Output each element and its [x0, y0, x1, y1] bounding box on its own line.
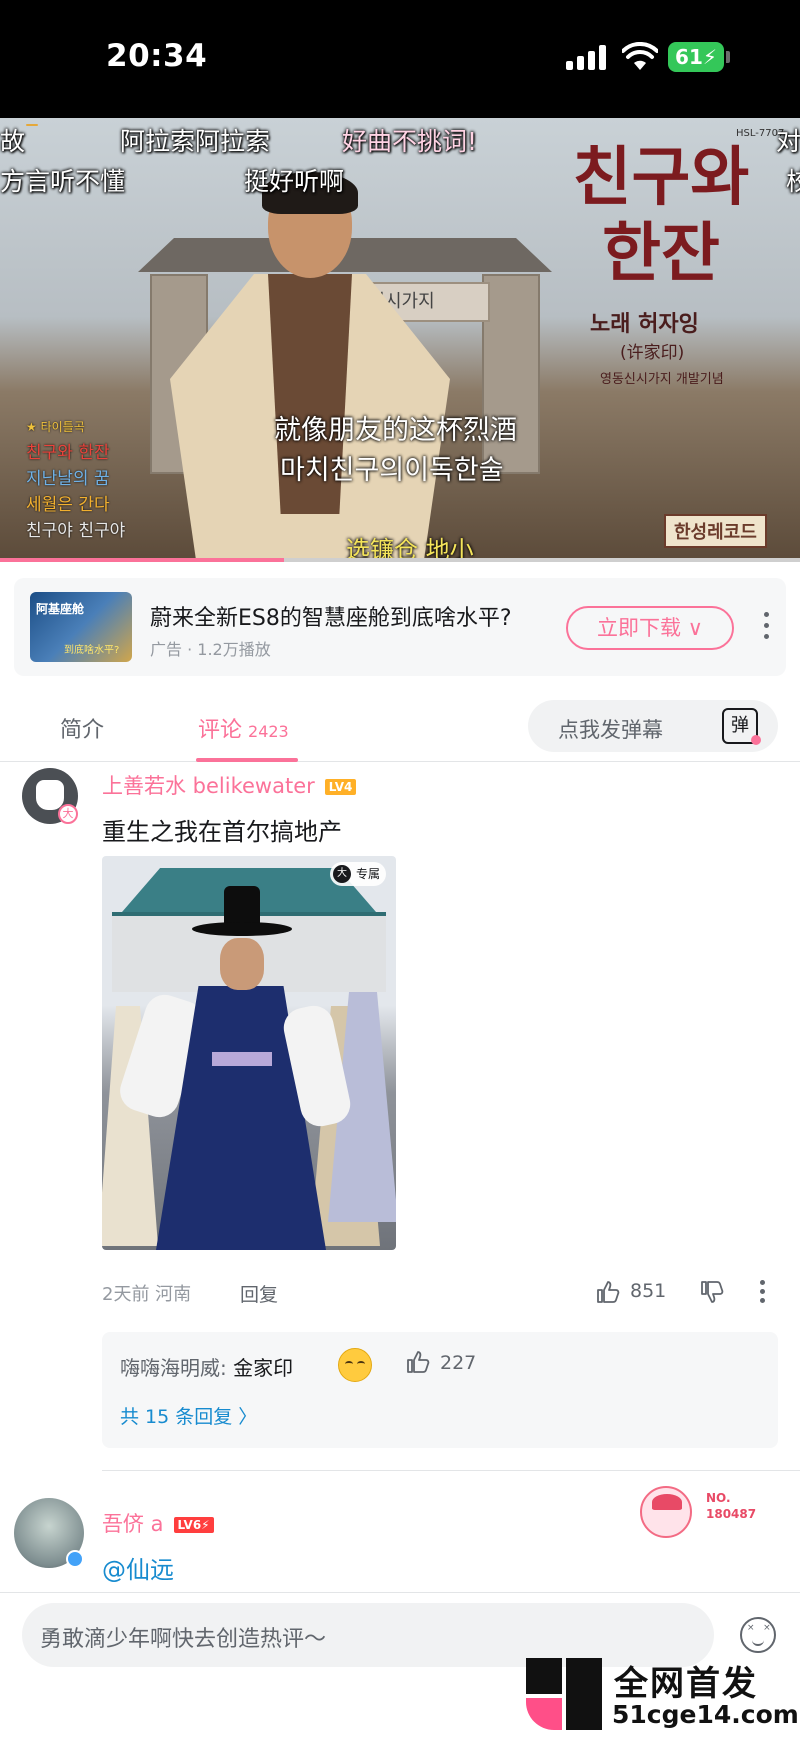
cellular-signal-icon	[566, 44, 610, 70]
reply-username[interactable]: 嗨嗨海明威:	[120, 1356, 227, 1380]
comment-time-location: 2天前 河南	[102, 1284, 192, 1305]
track-item: 세월은 간다	[26, 495, 110, 515]
comment-username[interactable]: 吾侪 a LV6⚡	[102, 1508, 214, 1538]
danmaku-item: 校	[786, 167, 800, 196]
video-player[interactable]: 영동신시가지 HSL-7707 친구와 한잔 노래 허자잉 (许家印) 영동신시…	[0, 118, 800, 560]
like-icon[interactable]	[596, 1280, 620, 1304]
danmaku-item: 故	[0, 127, 26, 156]
verified-badge-icon	[66, 1550, 84, 1568]
tracklist-heading: ★ 타이틀곡	[26, 420, 85, 434]
level-badge: LV4	[324, 779, 357, 795]
watermark-logo	[526, 1658, 602, 1730]
reply-line: 嗨嗨海明威: 金家印	[120, 1352, 293, 1381]
danmaku-item: 方言听不懂	[0, 167, 126, 196]
ad-thumbnail-text: 阿基座舱	[36, 602, 85, 616]
danmaku-item: 好曲不挑词!	[342, 127, 478, 156]
poster-singer: 노래 허자잉	[590, 312, 699, 337]
fan-number: NO. 180487	[706, 1491, 757, 1521]
username-text: 吾侪 a	[102, 1512, 164, 1536]
reply-text: 金家印	[226, 1356, 294, 1380]
video-top-badge	[26, 124, 38, 126]
avatar-badge: 大	[58, 804, 78, 824]
username-text: 上善若水 belikewater	[102, 774, 315, 798]
tab-active-indicator	[196, 758, 298, 762]
watermark: 全网首发 51cge14.com	[526, 1656, 799, 1732]
danmaku-input[interactable]: 点我发弹幕 弹	[528, 700, 778, 752]
emoji-icon[interactable]	[740, 1617, 776, 1653]
subtitle-korean: 마치친구의이독한술	[280, 455, 504, 486]
tab-comments[interactable]: 评论 2423	[198, 712, 289, 744]
wifi-icon	[622, 42, 658, 70]
exclusive-tag-text: 专属	[356, 867, 381, 881]
comment-count: 2423	[248, 722, 289, 741]
crying-emoji-icon	[338, 1348, 372, 1382]
tab-bar: 简介 评论 2423 点我发弹幕 弹	[0, 690, 800, 762]
comment-more-icon[interactable]	[756, 1278, 768, 1306]
view-all-replies-link[interactable]: 共 15 条回复 〉	[120, 1402, 257, 1429]
ad-title: 蔚来全新ES8的智慧座舱到底啥水平?	[150, 606, 512, 631]
level-badge: LV6⚡	[173, 1517, 214, 1533]
battery-indicator: 61⚡	[668, 42, 724, 72]
track-item: 친구와 한잔	[26, 443, 110, 463]
exclusive-tag: 大专属	[330, 862, 387, 886]
comment-mention[interactable]: @仙远	[102, 1550, 174, 1585]
status-bar: 20:34 61⚡	[0, 0, 800, 118]
record-label: 한성레코드	[664, 514, 767, 548]
watermark-text: 全网首发	[614, 1664, 758, 1704]
reply-preview[interactable]: 嗨嗨海明威: 金家印 227 共 15 条回复 〉	[102, 1332, 778, 1448]
status-time: 20:34	[106, 38, 208, 74]
danmaku-placeholder: 点我发弹幕	[558, 718, 663, 742]
dislike-icon[interactable]	[700, 1280, 724, 1304]
reply-like-icon[interactable]	[406, 1350, 430, 1374]
danmaku-item: 对	[776, 127, 800, 156]
ad-meta: 广告 · 1.2万播放	[150, 640, 271, 659]
comment-username[interactable]: 上善若水 belikewater LV4	[102, 770, 357, 800]
danmaku-item: 挺好听啊	[244, 167, 345, 196]
track-item: 친구야 친구야	[26, 521, 126, 541]
more-options-icon[interactable]	[756, 604, 776, 648]
subtitle-chinese: 就像朋友的这杯烈酒	[274, 415, 517, 446]
danmaku-toggle-icon[interactable]: 弹	[722, 708, 761, 745]
comment-text: 重生之我在首尔搞地产	[102, 818, 342, 846]
fan-medal: NO. 180487	[640, 1486, 770, 1538]
battery-tip	[726, 51, 730, 63]
comment-input-placeholder: 勇敢滴少年啊快去创造热评～	[40, 1627, 327, 1652]
video-progress-bar[interactable]	[0, 558, 800, 562]
ad-card[interactable]: 阿基座舱 到底啥水平? 蔚来全新ES8的智慧座舱到底啥水平? 广告 · 1.2万…	[14, 578, 786, 676]
danmaku-item: 选镰仓 地小	[346, 536, 474, 560]
video-progress-fill	[0, 558, 284, 562]
reply-like-count: 227	[440, 1352, 477, 1374]
danmaku-item: 阿拉索阿拉索	[120, 127, 271, 156]
tab-intro[interactable]: 简介	[60, 712, 104, 744]
exclusive-icon: 大	[333, 865, 351, 883]
comment-divider	[102, 1470, 800, 1471]
poster-note: 영동신시가지 개발기념	[600, 372, 724, 387]
poster-singer-cn: (许家印)	[620, 343, 685, 363]
track-item: 지난날의 꿈	[26, 469, 110, 489]
poster-singer-photo	[150, 172, 450, 560]
poster-tracklist: ★ 타이틀곡 친구와 한잔 지난날의 꿈 세월은 간다 친구야 친구야	[26, 414, 125, 544]
like-count: 851	[630, 1280, 667, 1302]
fan-medal-icon	[640, 1486, 692, 1538]
watermark-url: 51cge14.com	[612, 1700, 799, 1729]
comment-image[interactable]: 大专属	[102, 856, 396, 1250]
ad-thumbnail: 阿基座舱 到底啥水平?	[30, 592, 132, 662]
ad-thumbnail-caption: 到底啥水平?	[64, 645, 120, 656]
download-button[interactable]: 立即下载 ∨	[566, 606, 734, 650]
reply-button[interactable]: 回复	[240, 1280, 278, 1307]
tab-comments-label: 评论	[198, 718, 243, 743]
poster-title: 친구와 한잔	[572, 140, 750, 291]
